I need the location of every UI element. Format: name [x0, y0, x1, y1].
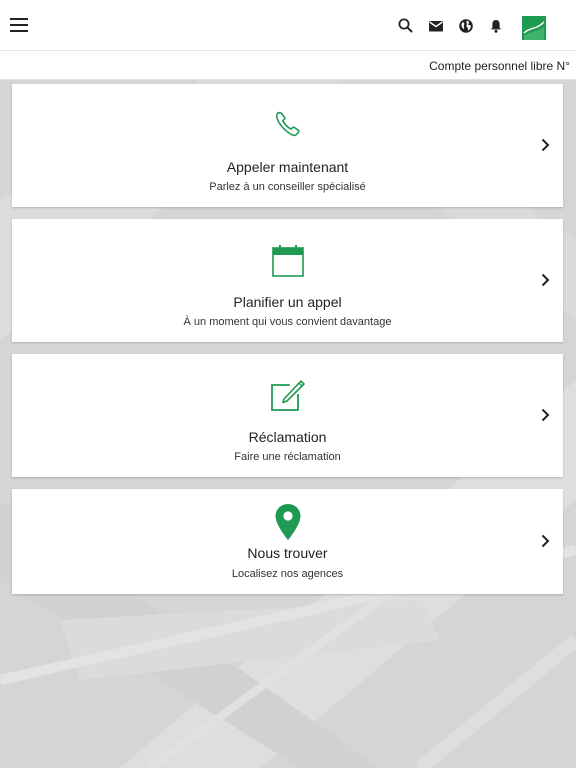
card-subtitle: Localisez nos agences [231, 568, 344, 580]
bank-logo-icon[interactable] [522, 16, 546, 40]
card-subtitle: Faire une réclamation [234, 451, 341, 463]
bell-icon[interactable] [486, 16, 506, 36]
card-title: Planifier un appel [233, 294, 342, 310]
globe-icon[interactable] [456, 16, 476, 36]
card-subtitle: À un moment qui vous convient davantage [183, 316, 392, 328]
call-now-card[interactable]: Appeler maintenant Parlez à un conseille… [12, 84, 563, 207]
find-us-card[interactable]: Nous trouver Localisez nos agences [12, 489, 563, 594]
card-title: Nous trouver [247, 545, 328, 561]
chevron-right-icon [541, 408, 550, 422]
chevron-right-icon [541, 534, 550, 548]
map-pin-icon [275, 504, 300, 540]
complaint-card[interactable]: Réclamation Faire une réclamation [12, 354, 563, 477]
account-bar: Compte personnel libre N° [0, 51, 576, 80]
schedule-call-card[interactable]: Planifier un appel À un moment qui vous … [12, 219, 563, 342]
edit-icon [270, 380, 305, 411]
phone-icon [275, 111, 300, 137]
chevron-right-icon [541, 138, 550, 152]
calendar-icon [271, 245, 304, 277]
card-subtitle: Parlez à un conseiller spécialisé [209, 181, 366, 193]
account-label[interactable]: Compte personnel libre N° [429, 59, 570, 73]
hamburger-menu-icon[interactable] [10, 17, 28, 33]
card-title: Appeler maintenant [226, 159, 349, 175]
mail-icon[interactable] [426, 16, 446, 36]
card-title: Réclamation [248, 429, 327, 445]
top-app-bar [0, 0, 576, 51]
search-icon[interactable] [396, 16, 416, 36]
chevron-right-icon [541, 273, 550, 287]
